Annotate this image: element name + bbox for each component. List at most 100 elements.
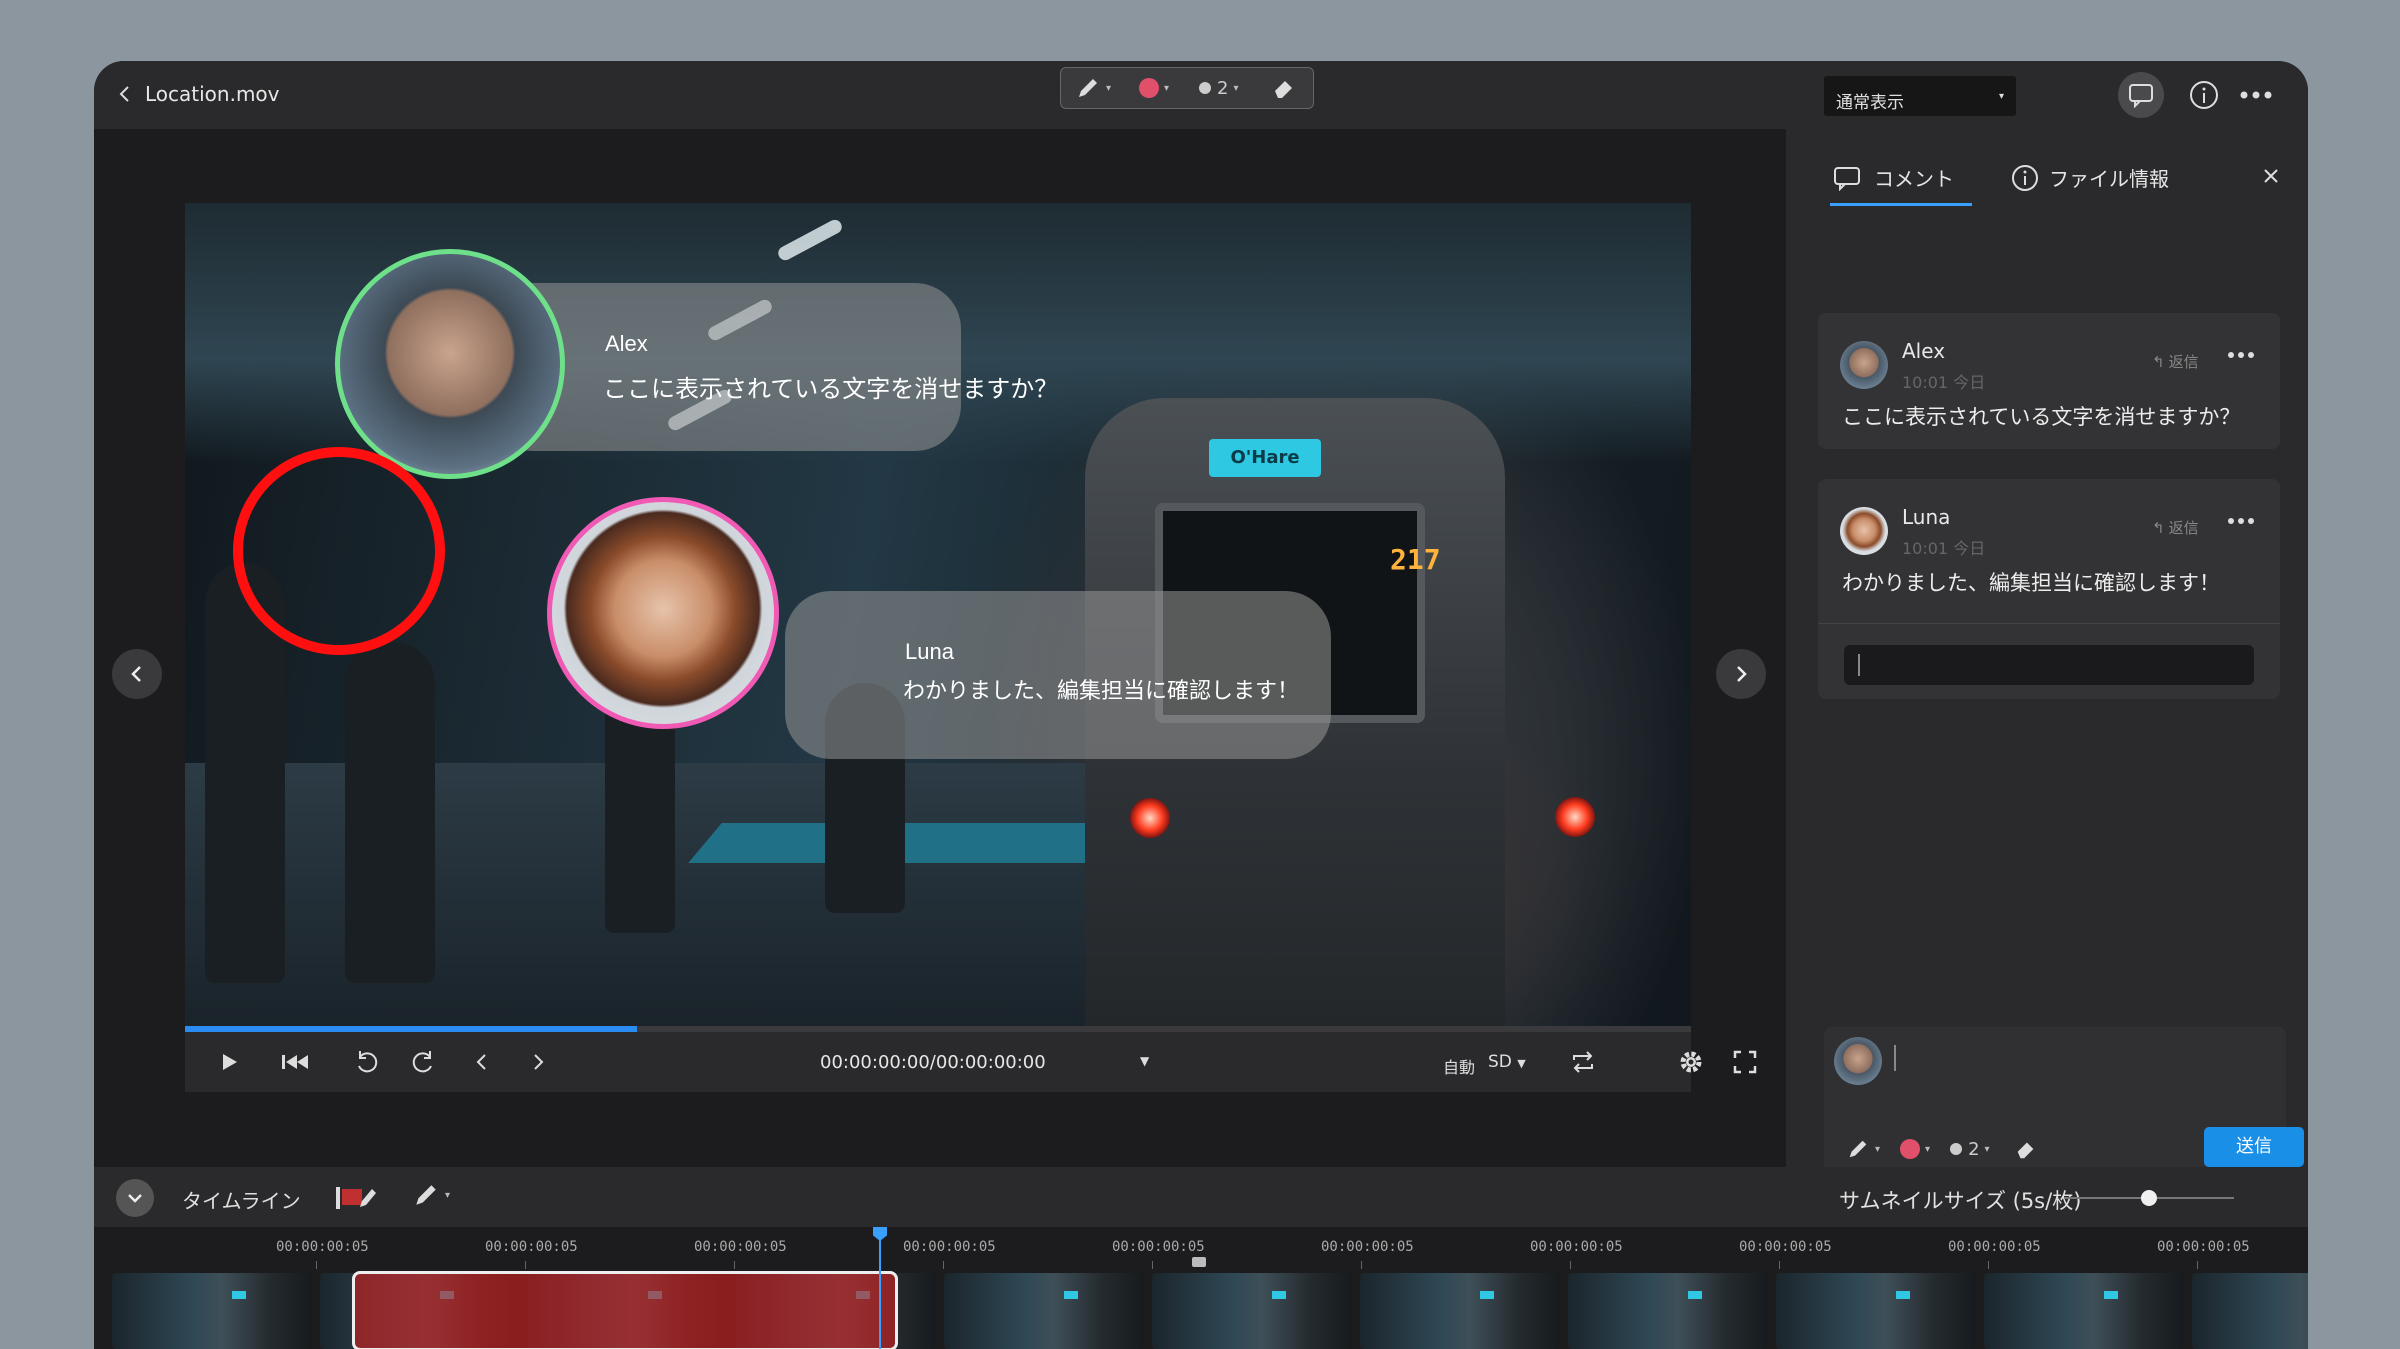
train-headlight xyxy=(1130,798,1170,838)
stroke-size-button[interactable]: 2 ▾ xyxy=(1950,1139,1990,1160)
fullscreen-button[interactable] xyxy=(1727,1044,1763,1080)
thumbnail-size-label: サムネイルサイズ (5s/枚) xyxy=(1839,1189,2082,1213)
eraser-button[interactable] xyxy=(1271,74,1297,102)
previous-frame-button[interactable] xyxy=(467,1044,497,1080)
playback-controls: 00:00:00:00/00:00:00:00 ▼ 自動 SD ▼ xyxy=(185,1032,1757,1092)
timeline-pen-button[interactable]: ▾ xyxy=(412,1181,450,1209)
pen-tool-button[interactable]: ▾ xyxy=(1846,1137,1880,1161)
more-icon xyxy=(2228,518,2254,524)
play-button[interactable] xyxy=(211,1044,247,1080)
comment-author: Alex xyxy=(1902,339,1946,363)
timeline-tick xyxy=(1988,1261,1989,1269)
quality-auto-label[interactable]: 自動 xyxy=(1443,1054,1475,1078)
stroke-size-value: 2 xyxy=(1217,77,1229,99)
thumbnail-size-slider[interactable] xyxy=(2064,1190,2234,1206)
timeline-tick xyxy=(316,1261,317,1269)
thumbnail-frame xyxy=(2192,1273,2308,1349)
eraser-button[interactable] xyxy=(2014,1137,2038,1161)
loop-button[interactable] xyxy=(1565,1044,1601,1080)
pen-tool-button[interactable]: ▾ xyxy=(1075,74,1111,102)
timeline-tick xyxy=(525,1261,526,1269)
comment-text: わかりました、編集担当に確認します！ xyxy=(1842,571,2220,595)
timeline-tick-label: 00:00:00:05 xyxy=(276,1239,369,1255)
reply-button[interactable]: ↰ 返信 xyxy=(2152,351,2199,372)
timeline-label: タイムライン xyxy=(182,1189,301,1213)
quality-select[interactable]: SD ▼ xyxy=(1488,1052,1526,1072)
send-button[interactable]: 送信 xyxy=(2204,1127,2304,1167)
timeline-toolbar: タイムライン ▾ サムネイルサイズ (5s/枚) xyxy=(94,1167,2308,1227)
selected-time-range[interactable] xyxy=(352,1271,898,1349)
info-button[interactable] xyxy=(2186,77,2222,113)
settings-button[interactable] xyxy=(1673,1044,1709,1080)
stroke-size-button[interactable]: 2 ▾ xyxy=(1199,74,1238,102)
chevron-down-icon xyxy=(128,1194,142,1203)
next-frame-button[interactable] xyxy=(523,1044,553,1080)
comment-more-button[interactable] xyxy=(2224,511,2258,531)
playhead[interactable] xyxy=(873,1227,887,1349)
chevron-down-icon: ▾ xyxy=(1998,91,2004,102)
timeline-tick-label: 00:00:00:05 xyxy=(1530,1239,1623,1255)
timecode[interactable]: 00:00:00:00/00:00:00:00 xyxy=(820,1052,1046,1073)
color-picker-button[interactable]: ▾ xyxy=(1900,1139,1930,1159)
close-panel-button[interactable] xyxy=(2254,159,2288,193)
timeline-tick xyxy=(2197,1261,2198,1269)
tab-comments[interactable]: コメント xyxy=(1832,163,1954,192)
pen-icon xyxy=(416,1185,436,1205)
skip-to-start-button[interactable] xyxy=(275,1044,315,1080)
draw-toolbar: ▾ ▾ 2 ▾ xyxy=(1060,67,1314,109)
drawn-circle-annotation xyxy=(233,447,445,655)
chevron-left-icon xyxy=(131,666,141,682)
rotate-cw-icon xyxy=(412,1051,432,1073)
timeline-tick-label: 00:00:00:05 xyxy=(1321,1239,1414,1255)
slider-handle[interactable] xyxy=(2141,1190,2157,1206)
divider xyxy=(1818,623,2280,624)
annotation-text: ここに表示されている文字を消せますか？ xyxy=(603,375,1059,403)
previous-file-button[interactable] xyxy=(112,649,162,699)
timeline-tick-label: 00:00:00:05 xyxy=(1739,1239,1832,1255)
rewind-button[interactable] xyxy=(349,1044,385,1080)
close-icon xyxy=(2264,169,2278,183)
train-destination-sign: O'Hare xyxy=(1209,439,1321,477)
timeline-comment-marker[interactable] xyxy=(1192,1257,1206,1267)
view-mode-select[interactable]: 通常表示 ▾ xyxy=(1824,76,2016,116)
composer-draw-tools: ▾ ▾ 2 ▾ xyxy=(1846,1137,2038,1161)
range-annotation-button[interactable] xyxy=(334,1181,380,1217)
reply-button[interactable]: ↰ 返信 xyxy=(2152,517,2199,538)
quality-value: SD xyxy=(1488,1052,1512,1072)
chevron-down-icon[interactable]: ▼ xyxy=(1140,1054,1149,1068)
train-headlight xyxy=(1555,797,1595,837)
reply-icon: ↰ xyxy=(2152,352,2165,371)
timeline-tick-label: 00:00:00:05 xyxy=(903,1239,996,1255)
pen-icon xyxy=(1079,79,1097,97)
timeline-collapse-button[interactable] xyxy=(116,1179,154,1217)
comment-more-button[interactable] xyxy=(2224,345,2258,365)
reply-input[interactable] xyxy=(1844,645,2254,685)
more-icon xyxy=(2240,91,2272,99)
color-swatch xyxy=(1900,1139,1921,1159)
scene-person xyxy=(345,643,435,983)
range-pen-icon xyxy=(336,1187,376,1209)
comment-input[interactable] xyxy=(1894,1045,1896,1071)
tab-file-info[interactable]: ファイル情報 xyxy=(2011,163,2169,192)
info-icon xyxy=(2190,81,2218,109)
timeline-tick xyxy=(1570,1261,1571,1269)
chevron-down-icon: ▾ xyxy=(1233,82,1239,94)
avatar xyxy=(1840,341,1888,389)
thumbnail-frame xyxy=(112,1273,312,1349)
fullscreen-icon xyxy=(1733,1050,1757,1074)
dot-icon xyxy=(1950,1143,1963,1155)
color-picker-button[interactable]: ▾ xyxy=(1139,74,1169,102)
forward-button[interactable] xyxy=(405,1044,441,1080)
loop-icon xyxy=(1573,1051,1593,1073)
back-button[interactable] xyxy=(108,77,142,111)
comments-toggle-button[interactable] xyxy=(2118,72,2164,118)
thumbnail-frame xyxy=(944,1273,1144,1349)
more-options-button[interactable] xyxy=(2236,77,2276,113)
next-file-button[interactable] xyxy=(1716,649,1766,699)
chevron-left-icon xyxy=(119,86,129,102)
chevron-right-icon xyxy=(1737,666,1747,682)
timeline-tick-label: 00:00:00:05 xyxy=(694,1239,787,1255)
comment-author: Luna xyxy=(1902,505,1951,529)
video-player[interactable]: O'Hare 217 Alex ここに表示されている文字を消せますか？ Luna… xyxy=(185,203,1691,1026)
reply-icon: ↰ xyxy=(2152,518,2165,537)
